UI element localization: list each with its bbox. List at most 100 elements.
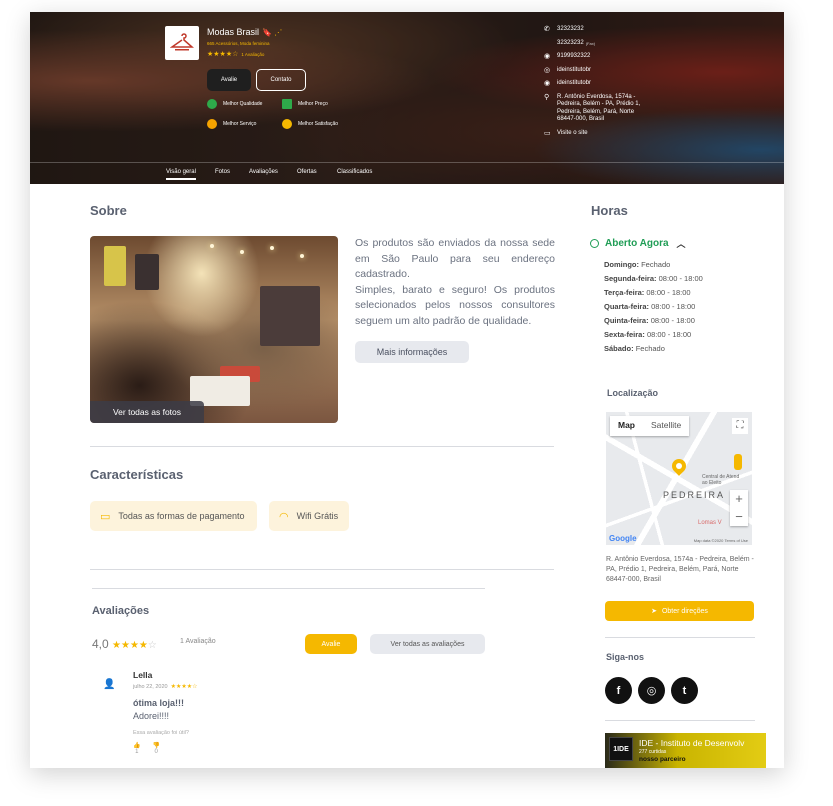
navigation-arrow-icon: ➤ bbox=[651, 608, 657, 615]
location-pin-icon: ⚲ bbox=[544, 93, 550, 101]
instagram-icon[interactable]: ◎ bbox=[638, 677, 665, 704]
open-status[interactable]: Aberto Agora ︿ bbox=[590, 237, 686, 250]
review-body: Adorei!!!! bbox=[133, 711, 170, 721]
bookmark-share-icons[interactable]: 🔖 ⋰ bbox=[262, 28, 282, 37]
features-title: Características bbox=[90, 467, 184, 482]
photo-clothing bbox=[104, 246, 126, 286]
about-line-1: Os produtos são enviados da nossa sede e… bbox=[355, 237, 555, 280]
store-category: 665 Acessórios, Moda feminina bbox=[207, 41, 270, 46]
hero-contato-button[interactable]: Contato bbox=[256, 69, 306, 91]
all-reviews-button[interactable]: Ver todas as avaliações bbox=[370, 634, 485, 654]
hanger-icon bbox=[170, 33, 194, 51]
page-frame: Modas Brasil 🔖 ⋰ 665 Acessórios, Moda fem… bbox=[30, 12, 784, 768]
tab-ofertas[interactable]: Ofertas bbox=[297, 169, 317, 175]
location-title: Localização bbox=[607, 388, 659, 398]
hero-avalie-button[interactable]: Avalie bbox=[207, 69, 251, 91]
smile-icon bbox=[282, 119, 292, 129]
photo-clothing bbox=[135, 254, 159, 290]
about-title: Sobre bbox=[90, 203, 127, 218]
fullscreen-icon[interactable]: ⛶ bbox=[732, 418, 748, 434]
facebook-page-logo: 1IDE bbox=[609, 737, 633, 761]
feature-wifi: ◠ Wifi Grátis bbox=[269, 501, 349, 531]
more-info-button[interactable]: Mais informações bbox=[355, 341, 469, 363]
satellite-tab[interactable]: Satellite bbox=[643, 416, 689, 436]
twitter-icon[interactable]: t bbox=[671, 677, 698, 704]
contact-list: ✆ 32323232 32323232 (Fax) ◉ 9199932322 ◎ ide… bbox=[544, 26, 654, 143]
map-place-label: Central de Atend ao Eleito bbox=[702, 474, 740, 486]
wifi-icon: ◠ bbox=[279, 510, 289, 523]
review-title: ótima loja!!! bbox=[133, 698, 184, 708]
avalie-button[interactable]: Avalie bbox=[305, 634, 357, 654]
badge-melhor-satisfacao: Melhor Satisfação bbox=[282, 119, 338, 129]
score-stars: ★★★★ bbox=[112, 640, 148, 651]
feature-payment: ▭ Todas as formas de pagamento bbox=[90, 501, 257, 531]
hours-row: Quarta-feira: 08:00 - 18:00 bbox=[604, 302, 696, 311]
location-address: R. Antônio Everdosa, 1574a - Pedreira, B… bbox=[606, 556, 754, 583]
map-zoom-controls: + − bbox=[730, 490, 748, 526]
hours-list: Domingo: Fechado Segunda-feira: 08:00 - … bbox=[604, 258, 703, 356]
map-pin-icon[interactable] bbox=[669, 456, 689, 476]
photo-lamp bbox=[270, 246, 274, 250]
tab-classificados[interactable]: Classificados bbox=[337, 169, 372, 175]
contact-fax[interactable]: 32323232 (Fax) bbox=[544, 40, 654, 48]
like-button[interactable]: 👍 1 bbox=[133, 742, 140, 755]
hours-row: Quinta-feira: 08:00 - 18:00 bbox=[604, 316, 695, 325]
contact-instagram[interactable]: ◎ ideinstitutobr bbox=[544, 67, 654, 75]
photo-clothing bbox=[260, 286, 320, 346]
clock-icon bbox=[590, 239, 599, 248]
facebook-icon[interactable]: f bbox=[605, 677, 632, 704]
thumbs-up-icon bbox=[207, 99, 217, 109]
score-empty-star: ☆ bbox=[147, 640, 157, 651]
hero-tab-bar: Visão geral Fotos Avaliações Ofertas Cla… bbox=[30, 162, 784, 184]
phone-icon: ✆ bbox=[544, 26, 550, 33]
view-all-photos-button[interactable]: Ver todas as fotos bbox=[90, 401, 204, 423]
contact-whatsapp[interactable]: ◉ 9199932322 bbox=[544, 53, 654, 61]
contact-phone[interactable]: ✆ 32323232 bbox=[544, 26, 654, 34]
facebook-page-likes: 277 curtidas bbox=[639, 749, 667, 755]
badge-melhor-preco: Melhor Preço bbox=[282, 99, 328, 109]
directions-button[interactable]: ➤ Obter direções bbox=[605, 601, 754, 621]
hero-banner: Modas Brasil 🔖 ⋰ 665 Acessórios, Moda fem… bbox=[30, 12, 784, 184]
tab-avaliacoes[interactable]: Avaliações bbox=[249, 169, 278, 175]
contact-twitter[interactable]: ◉ ideinstitutobr bbox=[544, 80, 654, 88]
review-author: Lella bbox=[133, 670, 153, 680]
map-attribution: Map data ©2020 Terms of Use bbox=[693, 538, 748, 543]
photo-lamp bbox=[210, 244, 214, 248]
hours-title: Horas bbox=[591, 203, 628, 218]
reviews-count: 1 Avaliação bbox=[180, 638, 216, 645]
thumbs-up-icon: 👍 bbox=[133, 743, 141, 749]
store-name: Modas Brasil 🔖 ⋰ bbox=[207, 27, 283, 37]
divider bbox=[605, 720, 755, 721]
dislike-button[interactable]: 👎 0 bbox=[152, 742, 159, 755]
service-icon bbox=[207, 119, 217, 129]
map-tab[interactable]: Map bbox=[610, 416, 643, 436]
facebook-page-tagline: nosso parceiro bbox=[639, 756, 686, 763]
contact-website[interactable]: ▭ Visite o site bbox=[544, 130, 654, 138]
store-photo[interactable]: Ver todas as fotos bbox=[90, 236, 338, 423]
tab-visao-geral[interactable]: Visão geral bbox=[166, 169, 196, 180]
review-votes: 👍 1 👎 0 bbox=[133, 742, 160, 755]
google-logo: Google bbox=[609, 534, 637, 543]
contact-address: ⚲ R. Antônio Everdosa, 1574a - Pedreira, … bbox=[544, 93, 641, 123]
facebook-page-name[interactable]: IDE - Instituto de Desenvolv bbox=[639, 738, 744, 748]
map-neighborhood-label: PEDREIRA bbox=[663, 490, 726, 500]
tab-fotos[interactable]: Fotos bbox=[215, 169, 230, 175]
map-red-label: Lomas V bbox=[698, 520, 722, 526]
divider bbox=[90, 446, 554, 447]
divider bbox=[92, 588, 485, 589]
instagram-icon: ◎ bbox=[544, 66, 551, 74]
photo-lamp bbox=[300, 254, 304, 258]
user-avatar-icon: 👤 bbox=[103, 679, 116, 690]
store-rating: ★★★★☆ 1 Avaliação bbox=[207, 51, 265, 58]
about-text: Os produtos são enviados da nossa sede e… bbox=[355, 236, 555, 329]
map-type-tabs: Map Satellite bbox=[610, 416, 690, 436]
location-map[interactable]: Map Satellite ⛶ Central de Atend ao Elei… bbox=[606, 412, 752, 545]
zoom-out-button[interactable]: − bbox=[730, 508, 748, 526]
zoom-in-button[interactable]: + bbox=[730, 490, 748, 508]
facebook-page-card[interactable]: 1IDE IDE - Instituto de Desenvolv 277 cu… bbox=[605, 733, 766, 768]
chevron-up-icon: ︿ bbox=[676, 239, 686, 249]
review-date: julho 22, 2020 ★★★★☆ bbox=[133, 684, 198, 690]
hours-row: Domingo: Fechado bbox=[604, 260, 671, 269]
street-view-icon[interactable] bbox=[734, 454, 742, 470]
credit-card-icon: ▭ bbox=[100, 510, 111, 523]
